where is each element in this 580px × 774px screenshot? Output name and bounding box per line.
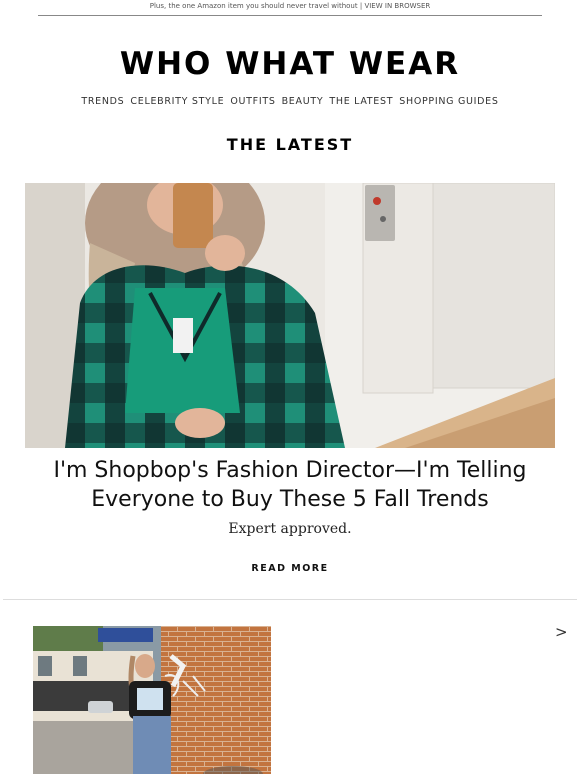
main-nav: TRENDS CELEBRITY STYLE OUTFITS BEAUTY TH… xyxy=(0,96,580,107)
top-divider xyxy=(38,15,542,16)
nav-item-shopping-guides[interactable]: SHOPPING GUIDES xyxy=(399,96,498,107)
view-in-browser-link[interactable]: VIEW IN BROWSER xyxy=(364,2,430,10)
read-more-link[interactable]: READ MORE xyxy=(0,563,580,574)
preheader: Plus, the one Amazon item you should nev… xyxy=(0,0,580,11)
thumbnail-photo-illustration xyxy=(33,626,271,774)
nav-item-trends[interactable]: TRENDS xyxy=(81,96,124,107)
preheader-text: Plus, the one Amazon item you should nev… xyxy=(149,2,358,10)
section-divider xyxy=(3,599,577,600)
nav-item-celebrity-style[interactable]: CELEBRITY STYLE xyxy=(130,96,224,107)
article-headline[interactable]: I'm Shopbop's Fashion Director—I'm Telli… xyxy=(40,456,540,514)
article-dek: Expert approved. xyxy=(228,521,352,537)
hero-photo-illustration xyxy=(25,183,555,448)
section-title: THE LATEST xyxy=(226,135,354,154)
nav-item-beauty[interactable]: BEAUTY xyxy=(282,96,324,107)
chevron-right-icon[interactable]: > xyxy=(555,623,568,641)
article-hero-image[interactable] xyxy=(25,183,555,448)
carousel-thumbnail-image[interactable] xyxy=(33,626,271,774)
brand-logo[interactable]: WHO WHAT WEAR xyxy=(0,46,580,82)
preheader-separator: | xyxy=(359,2,363,10)
nav-item-the-latest[interactable]: THE LATEST xyxy=(329,96,393,107)
nav-item-outfits[interactable]: OUTFITS xyxy=(230,96,275,107)
